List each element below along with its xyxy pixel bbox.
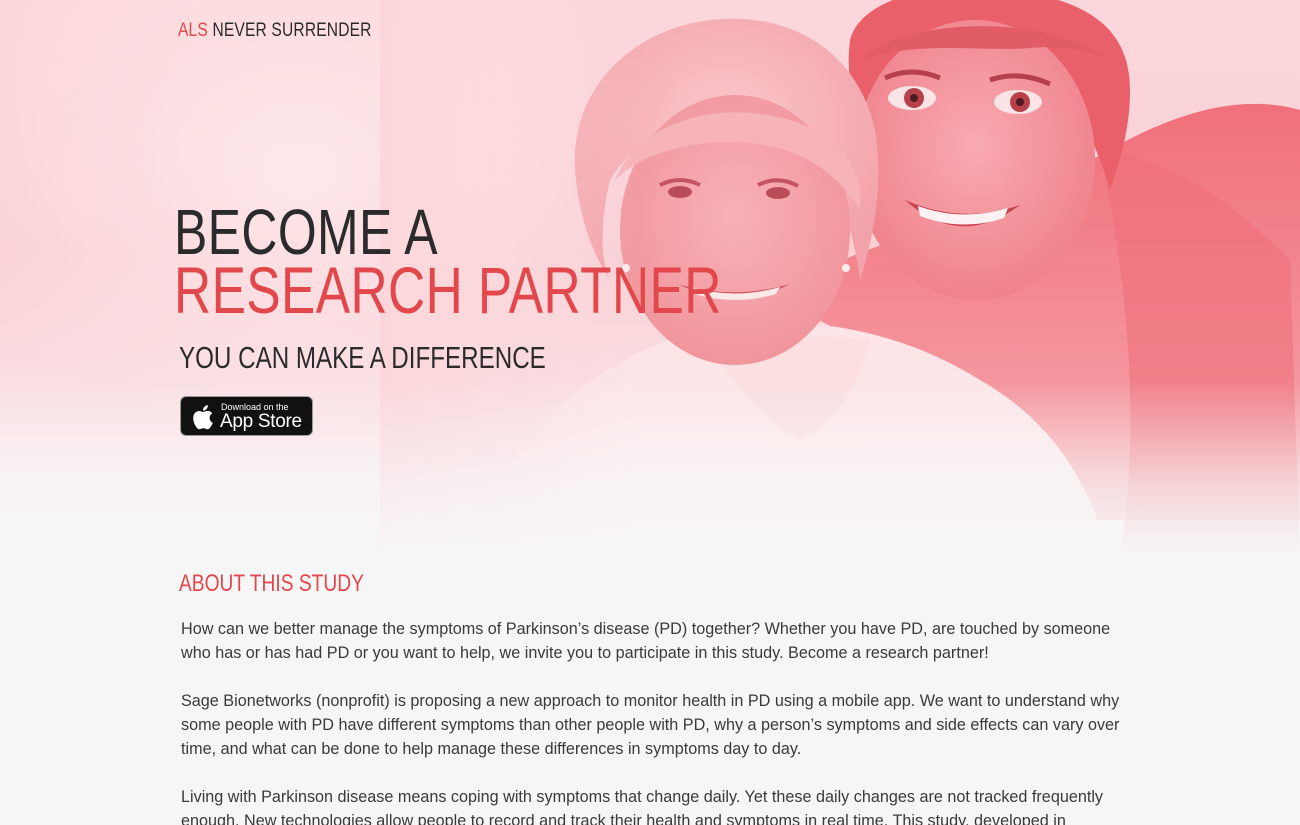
- hero-tagline: YOU CAN MAKE A DIFFERENCE: [179, 340, 546, 375]
- about-paragraph-1: How can we better manage the symptoms of…: [181, 620, 1111, 662]
- about-paragraph-3: Living with Parkinson disease means copi…: [181, 788, 1104, 825]
- apple-icon: [193, 405, 213, 430]
- about-body: How can we better manage the symptoms of…: [181, 617, 1141, 825]
- headline-line-2: RESEARCH PARTNER: [174, 253, 722, 327]
- app-store-big-label: App Store: [220, 411, 302, 432]
- about-paragraph-2: Sage Bionetworks (nonprofit) is proposin…: [181, 692, 1120, 758]
- app-store-button[interactable]: Download on the App Store: [180, 396, 313, 436]
- hero-headline: BECOME A RESEARCH PARTNER: [174, 200, 722, 327]
- brand-name: NEVER SURRENDER: [212, 20, 372, 41]
- hero-section: ALS NEVER SURRENDER BECOME A RESEARCH PA…: [0, 0, 1300, 560]
- about-heading: ABOUT THIS STUDY: [179, 570, 364, 597]
- brand-logo[interactable]: ALS NEVER SURRENDER: [178, 20, 372, 42]
- brand-accent: ALS: [178, 20, 208, 41]
